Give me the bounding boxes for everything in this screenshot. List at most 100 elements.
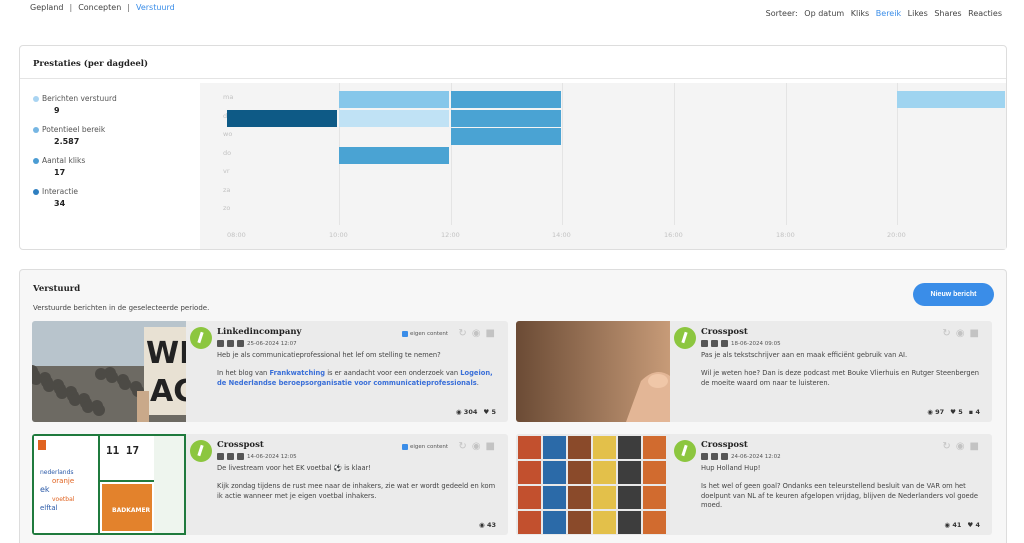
post-thumbnail[interactable]: 11 17 BADKAMER nederlands oranje ek voetbal el…	[32, 434, 186, 535]
post-card[interactable]: 11 17 BADKAMER nederlands oranje ek voetbal el…	[32, 434, 508, 535]
facebook-icon	[217, 453, 224, 460]
checkbox-icon[interactable]	[402, 331, 408, 337]
post-text-segment: .	[476, 378, 479, 387]
views-count: ◉ 43	[479, 521, 496, 529]
post-meta: 18-06-2024 09:05	[701, 340, 781, 347]
linkedin-icon	[711, 340, 718, 347]
frankwatching-logo-icon	[674, 327, 696, 349]
post-meta: 25-06-2024 12:07	[217, 340, 297, 347]
heatmap-day-label: vr	[223, 167, 230, 175]
post-text-segment: De livestream voor het EK voetbal ⚽ is k…	[217, 464, 371, 472]
tab-verstuurd[interactable]: Verstuurd	[136, 3, 175, 12]
view-icon[interactable]: ◉	[956, 328, 965, 339]
post-date: 25-06-2024 12:07	[247, 340, 297, 347]
eigen-content-toggle[interactable]: eigen content	[402, 444, 448, 450]
heatmap-day-label: za	[223, 186, 231, 194]
repost-icon[interactable]: ↻	[458, 441, 466, 452]
heatmap-day-label: wo	[223, 130, 233, 138]
heatmap-gridline	[674, 83, 675, 225]
repost-icon[interactable]: ↻	[942, 441, 950, 452]
post-link[interactable]: Frankwatching	[269, 369, 325, 377]
view-icon[interactable]: ◉	[472, 328, 481, 339]
sort-reacties[interactable]: Reacties	[968, 9, 1002, 18]
post-thumbnail[interactable]	[516, 434, 670, 535]
stat-label-text: Berichten verstuurd	[42, 94, 117, 103]
delete-icon[interactable]: ■	[486, 328, 495, 339]
post-actions: ↻ ◉ ■	[942, 441, 979, 452]
eigen-content-label: eigen content	[410, 444, 449, 450]
likes-count: ♥ 4	[967, 521, 980, 529]
heatmap-hour-label: 08:00	[227, 231, 246, 239]
sort-op-datum[interactable]: Op datum	[804, 9, 844, 18]
stat-label: Interactie	[33, 187, 203, 196]
stat-label-text: Aantal kliks	[42, 156, 86, 165]
repost-icon[interactable]: ↻	[458, 328, 466, 339]
heatmap-hour-label: 10:00	[329, 231, 348, 239]
post-thumbnail[interactable]: WEAC	[32, 321, 186, 422]
stat-dot-icon	[33, 126, 39, 133]
heatmap-cell[interactable]	[339, 147, 449, 164]
post-stats: ◉ 41 ♥ 4	[944, 521, 980, 529]
post-text-segment: is er aandacht voor een onderzoek van	[325, 369, 461, 378]
heatmap-cell[interactable]	[451, 110, 561, 127]
tab-gepland[interactable]: Gepland	[30, 3, 63, 12]
post-meta: 14-06-2024 12:05	[217, 453, 297, 460]
heatmap-cell[interactable]	[451, 91, 561, 108]
heatmap: ma di wo do vr za zo 08:00 10:00 12:00 14:00 16:00 1…	[200, 83, 1006, 249]
delete-icon[interactable]: ■	[486, 441, 495, 452]
new-post-button[interactable]: Nieuw bericht	[913, 283, 994, 306]
facebook-icon	[701, 453, 708, 460]
tab-concepten[interactable]: Concepten	[78, 3, 121, 12]
repost-icon[interactable]: ↻	[942, 328, 950, 339]
heatmap-cell[interactable]	[339, 91, 449, 108]
delete-icon[interactable]: ■	[970, 441, 979, 452]
linkedin-icon	[711, 453, 718, 460]
heatmap-cell[interactable]	[897, 91, 1005, 108]
performance-card: Prestaties (per dagdeel) Berichten verst…	[19, 45, 1007, 250]
thumb-clock-text: 11 17	[106, 444, 139, 457]
likes-count: ♥ 5	[483, 408, 496, 416]
heatmap-cell[interactable]	[339, 110, 449, 127]
heatmap-hour-label: 20:00	[887, 231, 906, 239]
heatmap-cell[interactable]	[227, 110, 337, 127]
post-stats: ◉ 43	[479, 521, 496, 529]
post-paragraph: Pas je als tekstschrijver aan en maak ef…	[701, 351, 981, 360]
stat-item: Berichten verstuurd 9	[33, 94, 203, 115]
heatmap-hour-label: 18:00	[776, 231, 795, 239]
sort-bereik[interactable]: Bereik	[876, 9, 901, 18]
sort-kliks[interactable]: Kliks	[851, 9, 870, 18]
user-icon	[237, 453, 244, 460]
post-account-name: Crosspost	[701, 327, 748, 337]
checkbox-icon[interactable]	[402, 444, 408, 450]
view-icon[interactable]: ◉	[956, 441, 965, 452]
post-card[interactable]: WEAC Linkedincompany 25-06-2024 12:07 eigen…	[32, 321, 508, 422]
heatmap-gridline	[786, 83, 787, 225]
eigen-content-toggle[interactable]: eigen content	[402, 331, 448, 337]
sort-label: Sorteer:	[765, 9, 798, 18]
heatmap-cell[interactable]	[451, 128, 561, 145]
thumb-word-text: elftal	[40, 504, 58, 512]
frankwatching-logo-icon	[190, 440, 212, 462]
post-card[interactable]: Crosspost 18-06-2024 09:05 ↻ ◉ ■ Pas je als t…	[516, 321, 992, 422]
post-paragraph: In het blog van Frankwatching is er aand…	[217, 369, 497, 388]
delete-icon[interactable]: ■	[970, 328, 979, 339]
svg-text:WE: WE	[146, 336, 186, 371]
stat-dot-icon	[33, 188, 39, 195]
sort-likes[interactable]: Likes	[908, 9, 928, 18]
post-card[interactable]: Crosspost 24-06-2024 12:02 ↻ ◉ ■ Hup Holland …	[516, 434, 992, 535]
post-text: Pas je als tekstschrijver aan en maak ef…	[701, 351, 981, 397]
post-text-segment: In het blog van	[217, 369, 270, 378]
stat-label: Berichten verstuurd	[33, 94, 203, 103]
post-text-segment: Hup Holland Hup!	[701, 464, 761, 472]
tab-separator: |	[127, 3, 130, 12]
post-actions: ↻ ◉ ■	[942, 328, 979, 339]
thumb-word-text: ek	[40, 485, 50, 494]
sent-subtitle: Verstuurde berichten in de geselecteerde…	[33, 304, 210, 312]
post-thumbnail[interactable]	[516, 321, 670, 422]
post-stats: ◉ 304 ♥ 5	[456, 408, 496, 416]
stat-value: 17	[54, 168, 66, 177]
view-icon[interactable]: ◉	[472, 441, 481, 452]
post-actions: ↻ ◉ ■	[458, 441, 495, 452]
sort-shares[interactable]: Shares	[934, 9, 961, 18]
eigen-content-label: eigen content	[410, 331, 449, 337]
